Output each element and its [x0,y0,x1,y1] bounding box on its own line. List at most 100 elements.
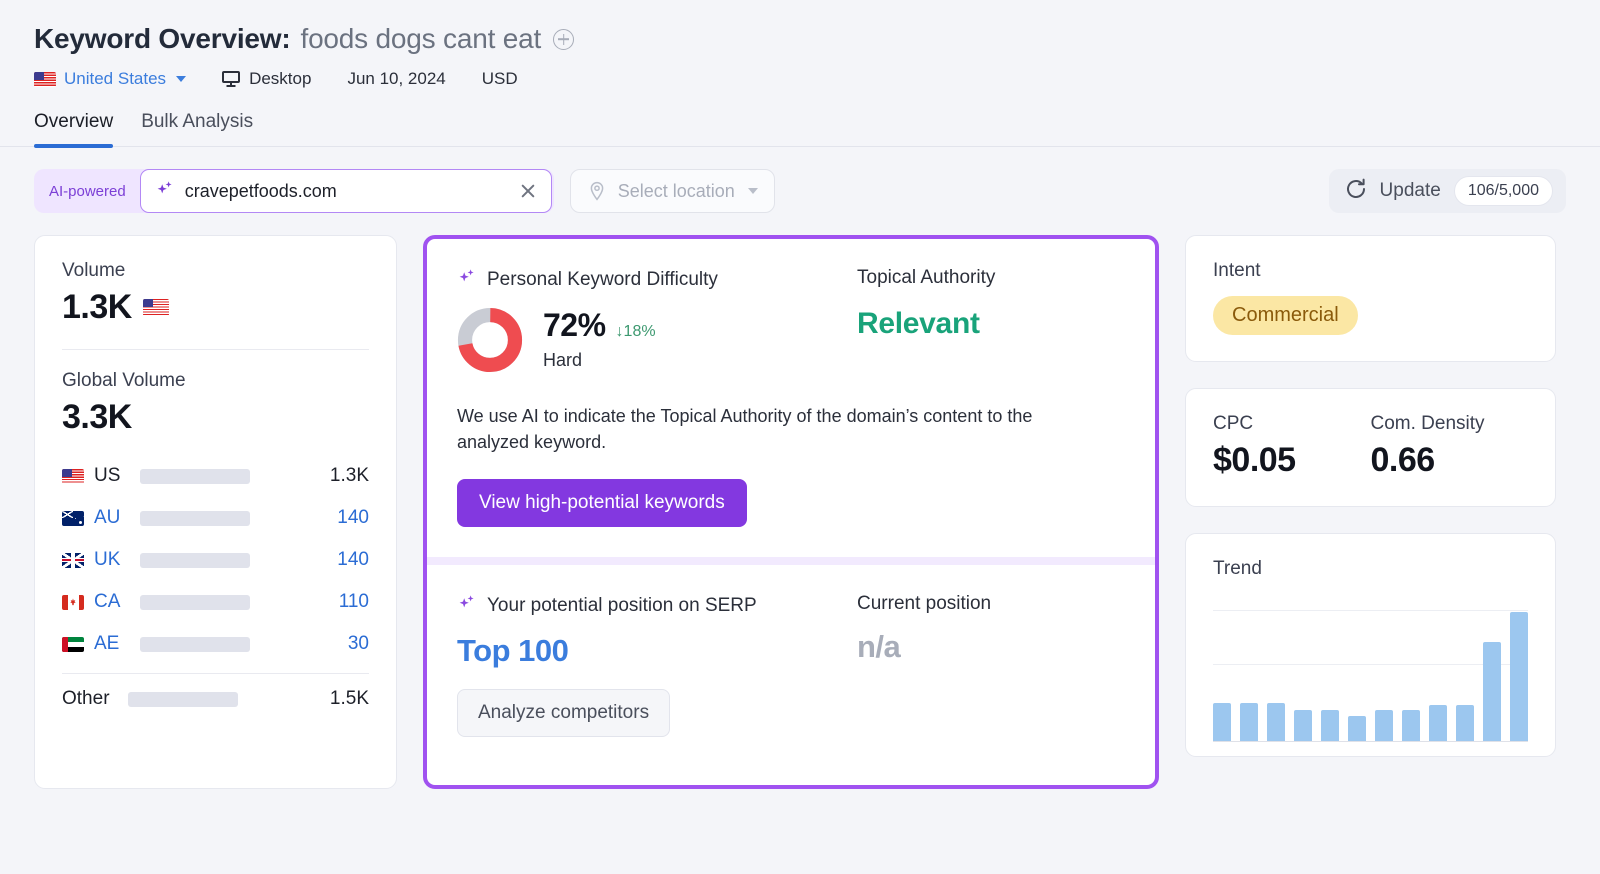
volume-label: Volume [62,260,126,281]
ai-insights-card: Personal Keyword Difficulty 72% ↓18% Har… [423,235,1159,789]
competitive-density-block: Com. Density 0.66 [1371,413,1529,480]
page-header: Keyword Overview: foods dogs cant eat Un… [0,0,1600,89]
close-icon[interactable] [519,182,537,200]
country-volume-row[interactable]: UK 140 [62,539,369,581]
ai-sparkle-icon [457,267,477,293]
pkd-donut-chart [457,307,523,373]
metrics-grid: Volume 1.3K Global Volume 3.3K US 1.3K AU 1… [0,213,1600,789]
volume-card: Volume 1.3K Global Volume 3.3K US 1.3K AU 1… [34,235,397,789]
ai-sparkle-icon [457,593,477,619]
country-volume-row[interactable]: AE 30 [62,623,369,665]
country-bar-track [140,510,250,526]
country-volume-row[interactable]: Other 1.5K [62,678,369,720]
ai-domain-search: AI-powered cravepetfoods.com [34,169,554,213]
trend-bar [1375,710,1393,741]
country-label: United States [64,69,167,88]
update-label: Update [1379,180,1441,201]
uk-flag-icon [62,552,84,568]
competitive-density-value: 0.66 [1370,441,1436,479]
country-bar-track [128,691,238,707]
ai-powered-badge: AI-powered [49,182,126,200]
view-high-potential-keywords-button[interactable]: View high-potential keywords [457,479,747,528]
country-bar-track [140,468,250,484]
pkd-label: Personal Keyword Difficulty [487,269,718,290]
trend-bar [1483,642,1501,741]
domain-input-wrapper[interactable]: cravepetfoods.com [139,169,552,213]
keyword-difficulty-section: Personal Keyword Difficulty 72% ↓18% Har… [427,239,1155,557]
ai-sparkle-icon [155,179,175,204]
country-volume-value: 30 [347,633,369,654]
chevron-down-icon [747,188,758,194]
domain-input[interactable]: cravepetfoods.com [185,181,509,202]
trend-chart [1213,602,1528,742]
desktop-monitor-icon [222,71,241,87]
trend-card: Trend [1185,533,1556,757]
cpc-value: $0.05 [1213,441,1296,479]
volume-value: 1.3K [62,288,132,326]
topical-authority-label: Topical Authority [857,267,996,288]
ai-description: We use AI to indicate the Topical Author… [457,406,1033,453]
tab-bar: Overview Bulk Analysis [0,111,1600,148]
volume-value-row: 1.3K [62,288,369,327]
map-pin-icon [587,181,607,201]
cpc-card: CPC $0.05 Com. Density 0.66 [1185,388,1556,507]
country-volume-value: 110 [338,591,369,612]
search-toolbar: AI-powered cravepetfoods.com Select loca… [0,147,1600,213]
trend-bar [1510,611,1528,741]
location-placeholder: Select location [617,180,735,201]
country-volume-value: 1.3K [329,465,369,486]
pkd-level: Hard [543,350,583,370]
country-volume-row[interactable]: CA 110 [62,581,369,623]
chevron-down-icon [176,76,187,82]
trend-bar [1213,703,1231,741]
divider [62,349,369,350]
global-volume-value: 3.3K [62,398,132,436]
update-quota-badge: 106/5,000 [1453,176,1553,206]
serp-label: Your potential position on SERP [487,595,757,616]
trend-bar [1294,710,1312,741]
country-code: AE [94,633,120,654]
refresh-icon [1345,178,1367,205]
country-bar-track [140,594,250,610]
trend-bar [1267,703,1285,741]
country-code: UK [94,549,121,570]
trend-bar [1321,710,1339,741]
serp-position-section: Your potential position on SERP Top 100 … [427,565,1155,737]
us-flag-icon [34,71,56,87]
update-button[interactable]: Update 106/5,000 [1328,169,1566,213]
country-code: Other [62,688,110,709]
plus-circle-icon[interactable] [553,28,575,50]
ca-flag-icon [62,594,84,610]
country-volume-value: 140 [337,507,369,528]
trend-bar [1402,710,1420,741]
trend-bar [1429,704,1447,741]
cpc-block: CPC $0.05 [1213,413,1371,480]
card-divider [427,557,1155,565]
analyze-competitors-button[interactable]: Analyze competitors [457,689,671,737]
page-title-keyword: foods dogs cant eat [300,23,542,54]
country-bar-track [140,552,250,568]
serp-header: Your potential position on SERP [457,593,857,619]
country-volume-row[interactable]: AU 140 [62,497,369,539]
cpc-label: CPC [1213,413,1254,434]
intent-card: Intent Commercial [1185,235,1556,362]
country-volume-list: US 1.3K AU 140 UK 140 CA 110 AE 30 Other 1.5K [62,455,369,720]
device-label: Desktop [249,69,312,88]
pkd-delta: ↓18% [615,323,656,340]
tab-overview[interactable]: Overview [34,111,114,148]
us-flag-icon [142,299,169,316]
country-volume-row[interactable]: US 1.3K [62,455,369,497]
country-selector[interactable]: United States [34,69,187,89]
date-label: Jun 10, 2024 [347,69,446,88]
tab-bulk-analysis[interactable]: Bulk Analysis [141,111,253,146]
location-selector[interactable]: Select location [569,169,775,213]
country-code: AU [94,507,121,528]
report-meta: United States Desktop Jun 10, 2024 USD [34,69,1600,89]
trend-label: Trend [1213,558,1262,579]
page-title: Keyword Overview: foods dogs cant eat [34,18,1600,60]
topical-authority-value: Relevant [857,307,980,340]
country-volume-value: 140 [337,549,369,570]
competitive-density-label: Com. Density [1370,413,1485,434]
au-flag-icon [62,510,84,526]
global-volume-label: Global Volume [62,370,186,391]
